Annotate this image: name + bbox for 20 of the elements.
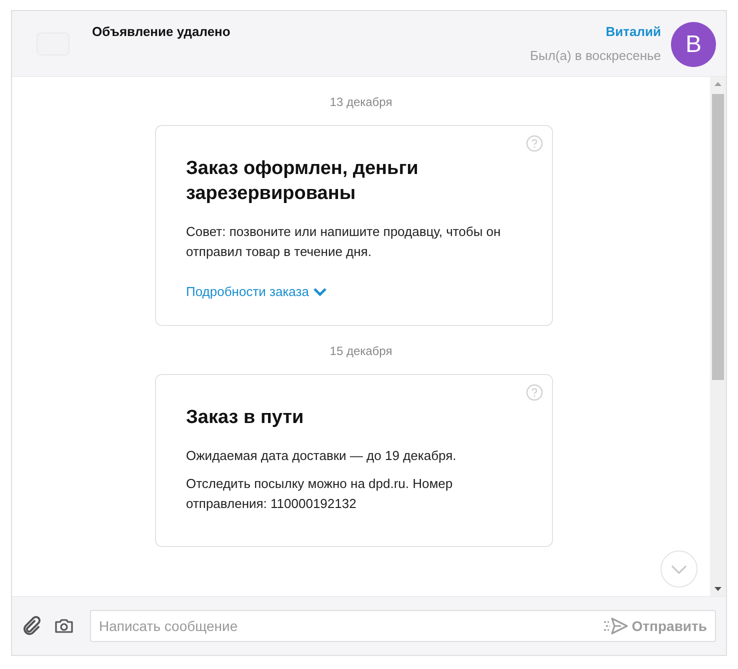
camera-icon[interactable]: [54, 617, 74, 635]
message-input-field[interactable]: Написать сообщение Отправить: [90, 610, 716, 642]
help-icon[interactable]: [526, 384, 543, 401]
contact-name-link[interactable]: Виталий: [606, 24, 661, 39]
card-text: Совет: позвоните или напишите продавцу, чтобы он отправил товар в течение дня.: [186, 223, 502, 261]
chevron-down-icon: [312, 286, 327, 296]
scrollbar[interactable]: [710, 77, 726, 596]
listing-title: Объявление удалено: [92, 24, 230, 39]
card-title: Заказ оформлен, деньги зарезервированы: [186, 157, 420, 206]
card-title: Заказ в пути: [186, 406, 305, 430]
date-separator: 13 декабря: [330, 95, 392, 109]
last-seen-text: Был(а) в воскресенье: [530, 48, 661, 63]
card-text: Ожидаемая дата доставки — до 19 декабря.: [186, 447, 458, 465]
order-details-link[interactable]: Подробности заказа: [186, 284, 327, 299]
date-separator: 15 декабря: [330, 344, 392, 358]
help-icon[interactable]: [526, 135, 543, 152]
send-icon: [602, 617, 629, 635]
scroll-down-button[interactable]: [660, 550, 698, 588]
avatar[interactable]: В: [671, 22, 716, 67]
card-text: Отследить посылку можно на dpd.ru. Номер отправления: 110000192132: [186, 475, 454, 513]
